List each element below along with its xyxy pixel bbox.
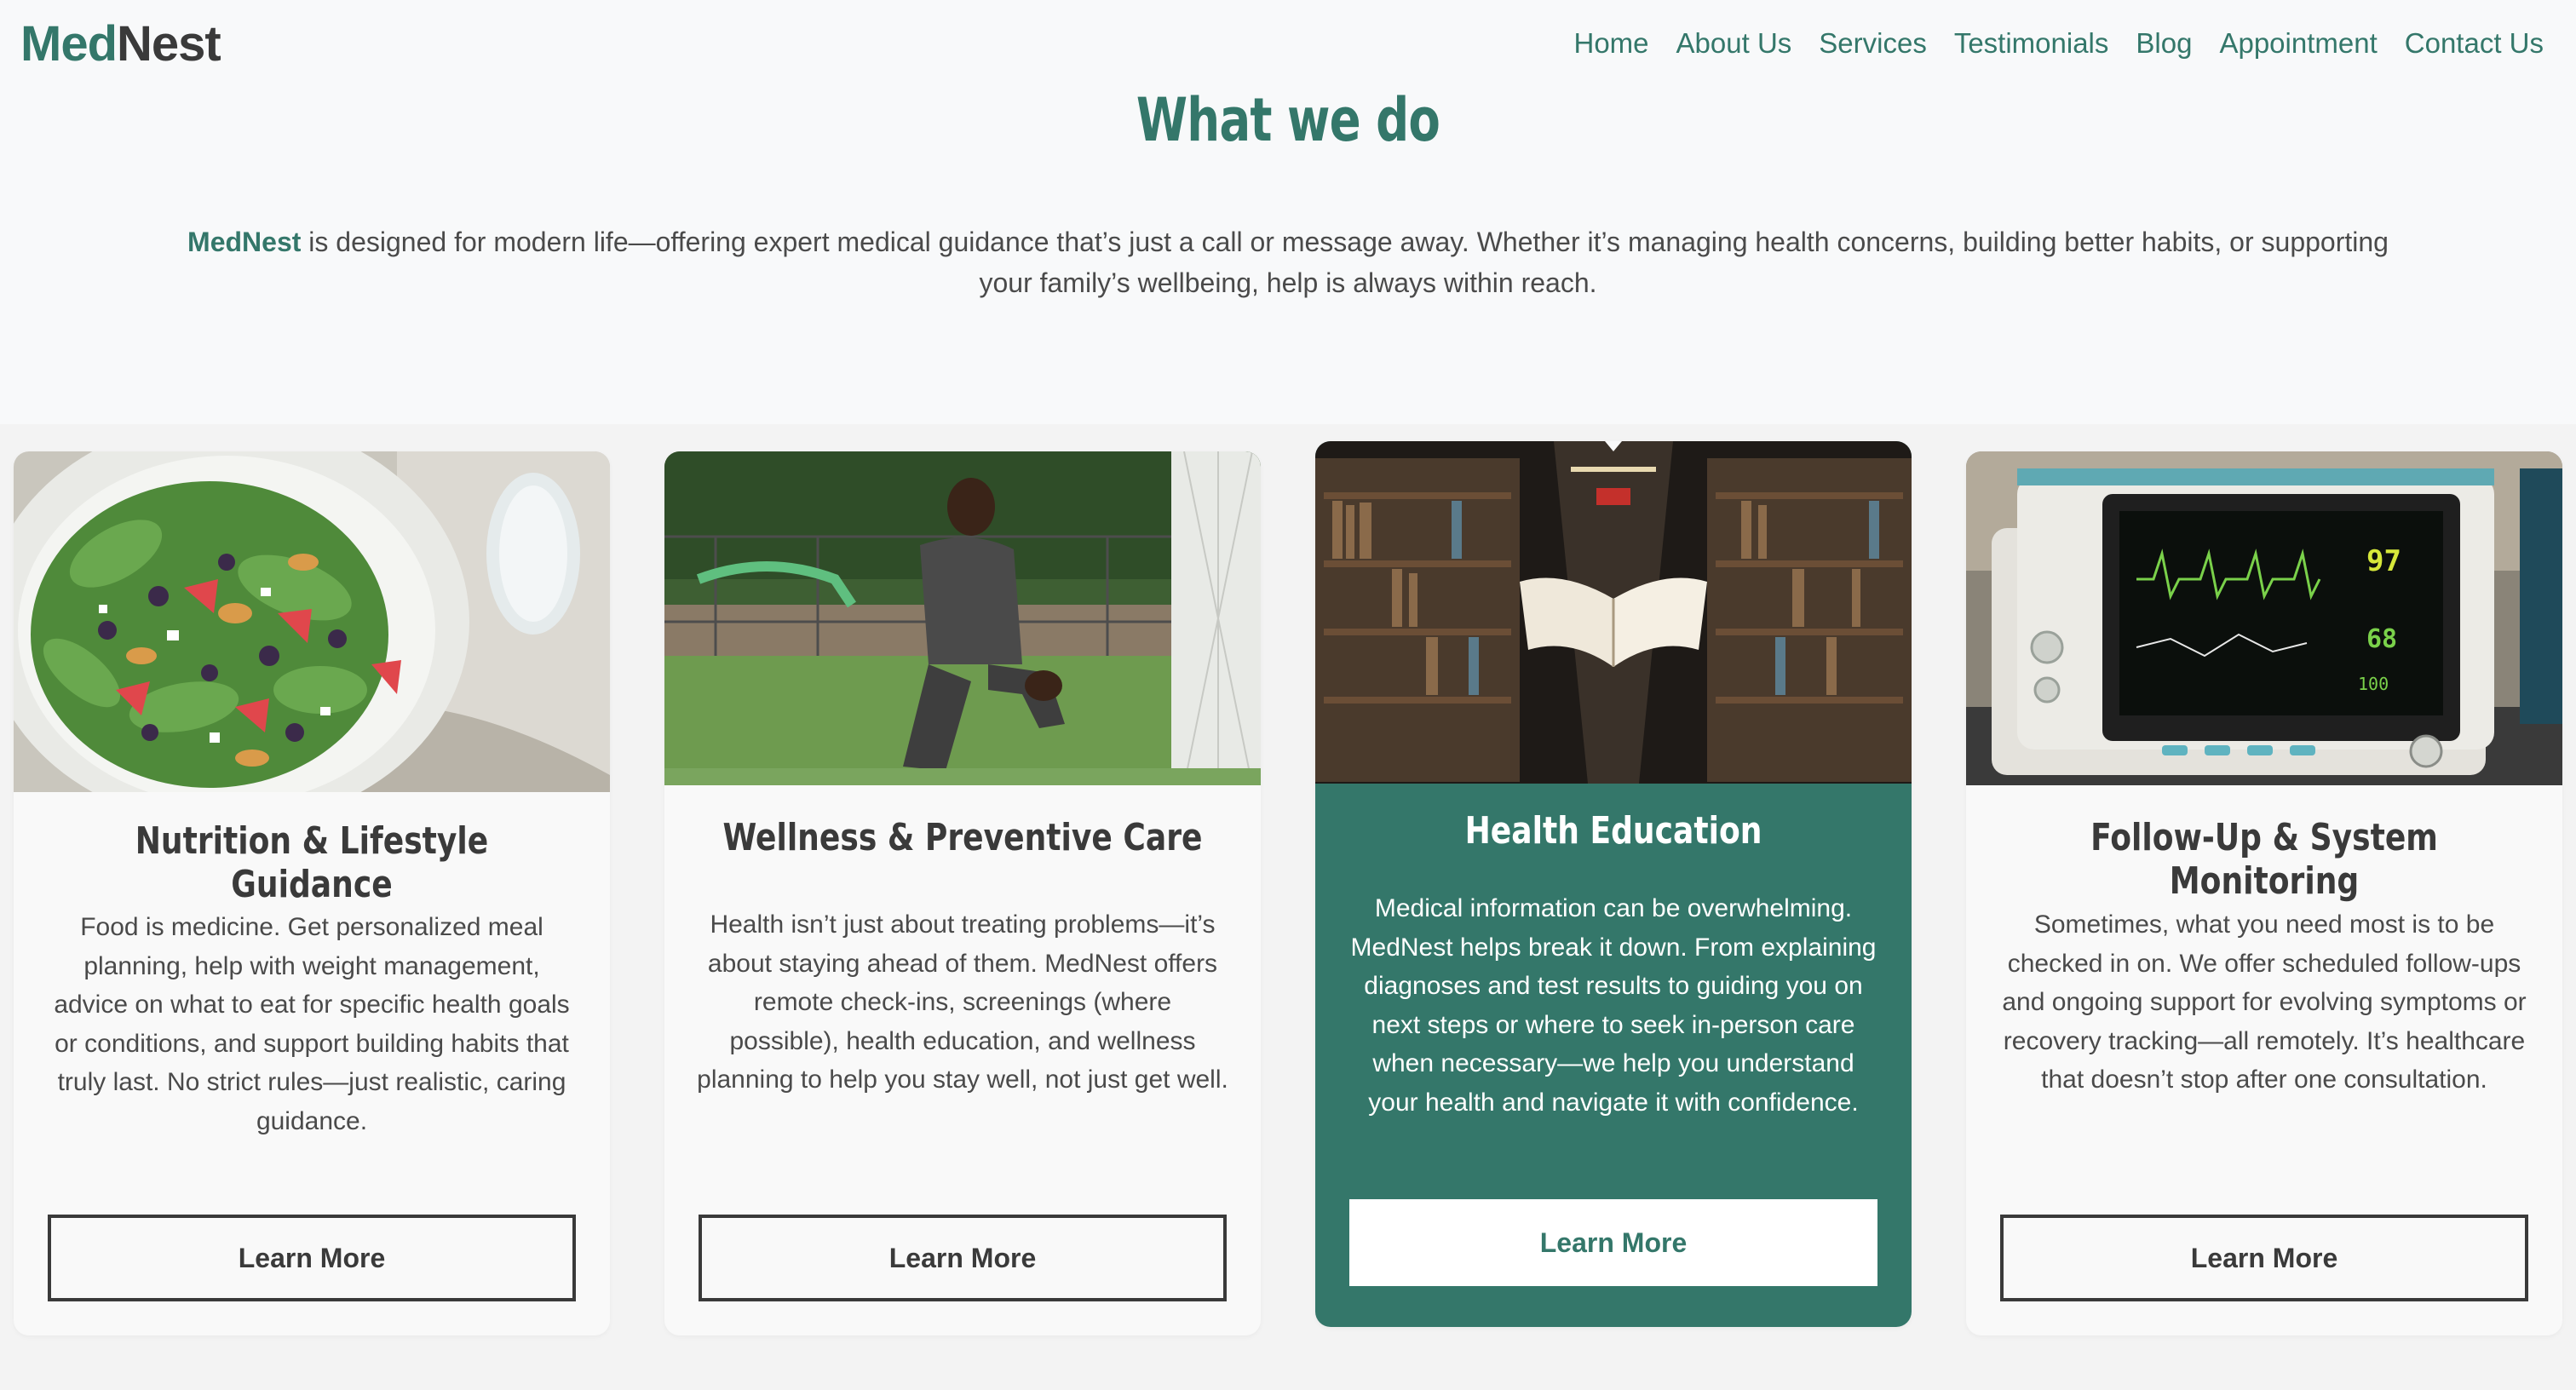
nav-appointment[interactable]: Appointment	[2219, 27, 2377, 60]
vital-monitor-image: 97 68 100	[1966, 451, 2562, 785]
card-title: Health Education	[1464, 809, 1762, 853]
learn-more-button[interactable]: Learn More	[1349, 1199, 1877, 1286]
nav-about-us[interactable]: About Us	[1676, 27, 1792, 60]
card-description: Health isn’t just about treating problem…	[697, 910, 1228, 1094]
nav-contact-us[interactable]: Contact Us	[2405, 27, 2544, 60]
card-description: Sometimes, what you need most is to be c…	[2002, 910, 2527, 1094]
main-nav: Home About Us Services Testimonials Blog…	[1574, 27, 2544, 60]
nav-testimonials[interactable]: Testimonials	[1954, 27, 2109, 60]
card-title: Nutrition & Lifestyle Guidance	[135, 819, 489, 906]
learn-more-button[interactable]: Learn More	[48, 1215, 576, 1301]
learn-more-button[interactable]: Learn More	[2000, 1215, 2528, 1301]
card-description: Food is medicine. Get personalized meal …	[54, 913, 570, 1135]
logo-med: Med	[20, 16, 118, 72]
intro-text: MedNest is designed for modern life—offe…	[170, 221, 2406, 303]
card-title: Follow-Up & System Monitoring	[2090, 816, 2438, 903]
library-book-image	[1315, 441, 1912, 784]
card-description: Medical information can be overwhelming.…	[1350, 894, 1877, 1117]
salad-bowl-image	[14, 451, 610, 792]
intro-brand: MedNest	[187, 227, 302, 257]
nav-home[interactable]: Home	[1574, 27, 1649, 60]
card-title: Wellness & Preventive Care	[722, 816, 1203, 859]
site-header: MedNest Home About Us Services Testimoni…	[0, 0, 2576, 94]
svg-text:100: 100	[2358, 674, 2389, 694]
svg-text:97: 97	[2366, 544, 2401, 578]
nav-blog[interactable]: Blog	[2136, 27, 2192, 60]
intro-body: is designed for modern life—offering exp…	[301, 227, 2389, 298]
man-stretching-image	[664, 451, 1261, 785]
svg-text:68: 68	[2366, 624, 2397, 654]
logo[interactable]: MedNest	[20, 15, 221, 72]
service-card-education: Health Education Medical information can…	[1315, 441, 1912, 1327]
learn-more-button[interactable]: Learn More	[699, 1215, 1227, 1301]
service-card-monitoring: 97 68 100 Follow-Up & System Monitoring …	[1966, 451, 2562, 1335]
section-title: What we do	[1136, 85, 1440, 155]
service-card-nutrition: Nutrition & Lifestyle Guidance Food is m…	[14, 451, 610, 1335]
logo-nest: Nest	[117, 16, 221, 72]
nav-services[interactable]: Services	[1819, 27, 1927, 60]
service-card-wellness: Wellness & Preventive Care Health isn’t …	[664, 451, 1261, 1335]
